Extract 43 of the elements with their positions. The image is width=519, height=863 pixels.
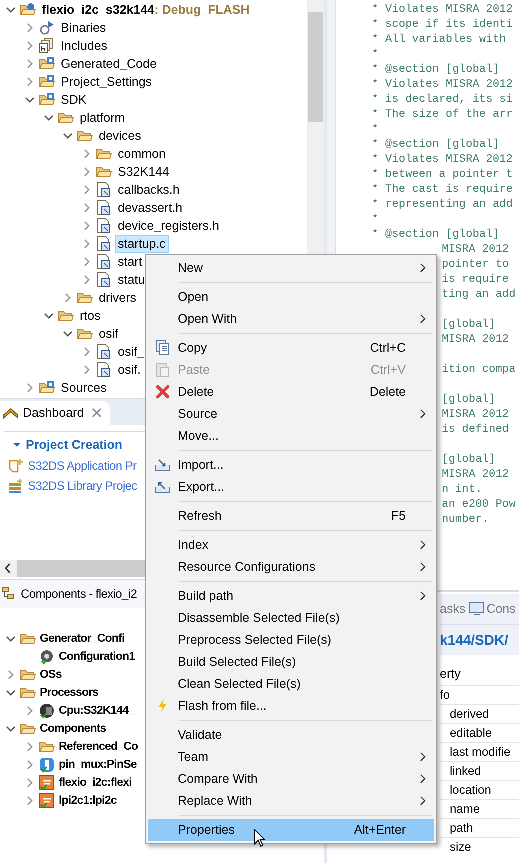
code-comment-line: * The size of the arr bbox=[372, 109, 513, 121]
property-name: derived bbox=[450, 707, 490, 721]
code-comment-line: * bbox=[372, 214, 379, 226]
code-comment-line: * All variables with bbox=[372, 34, 506, 46]
code-comment-line: [global] bbox=[442, 394, 496, 406]
resource-path-title: k144/SDK/ bbox=[440, 632, 508, 648]
code-comment-line: MISRA 2012 bbox=[442, 244, 510, 256]
code-comment-line: * Violates MISRA 2012 bbox=[372, 4, 513, 16]
code-comment-line: * The cast is require bbox=[372, 184, 513, 196]
section-title: Project Creation bbox=[26, 438, 123, 452]
property-name: editable bbox=[450, 726, 492, 740]
property-name: location bbox=[450, 783, 492, 797]
code-comment-line: MISRA 2012 bbox=[442, 334, 510, 346]
code-comment-line: * @section [global] bbox=[372, 229, 500, 241]
property-name: path bbox=[450, 821, 474, 835]
code-comment-line: number. bbox=[442, 514, 489, 526]
code-comment-line: pointer to bbox=[442, 259, 510, 271]
code-comment-line: n int. bbox=[442, 484, 482, 496]
code-comment-line: is defined bbox=[442, 424, 510, 436]
property-name: last modifie bbox=[450, 745, 511, 759]
code-comment-line: * @section [global] bbox=[372, 139, 500, 151]
code-comment-line: ting an add bbox=[442, 289, 516, 301]
property-name: size bbox=[450, 840, 472, 854]
code-comment-line: * @section [global] bbox=[372, 64, 500, 76]
code-comment-line: MISRA 2012 bbox=[442, 409, 510, 421]
code-comment-line: * Violates MISRA 2012 bbox=[372, 79, 513, 91]
code-comment-line: [global] bbox=[442, 319, 496, 331]
code-comment-line: * bbox=[372, 49, 379, 61]
code-comment-line: * scope if its identi bbox=[372, 19, 513, 31]
code-comment-line: * bbox=[372, 124, 379, 136]
property-name: name bbox=[450, 802, 480, 816]
code-comment-line: an e200 Pow bbox=[442, 499, 516, 511]
property-group: fo bbox=[440, 688, 450, 702]
column-header: erty bbox=[440, 667, 461, 681]
property-name: linked bbox=[450, 764, 482, 778]
code-comment-line: * is declared, its si bbox=[372, 94, 513, 106]
code-comment-line: * between a pointer t bbox=[372, 169, 513, 181]
code-comment-line: * representing an add bbox=[372, 199, 513, 211]
code-comment-line: is require bbox=[442, 274, 510, 286]
code-comment-line: [global] bbox=[442, 454, 496, 466]
code-comment-line: ition compa bbox=[442, 364, 516, 376]
code-comment-line: * Violates MISRA 2012 bbox=[372, 154, 513, 166]
code-comment-line: MISRA 2012 bbox=[442, 469, 510, 481]
